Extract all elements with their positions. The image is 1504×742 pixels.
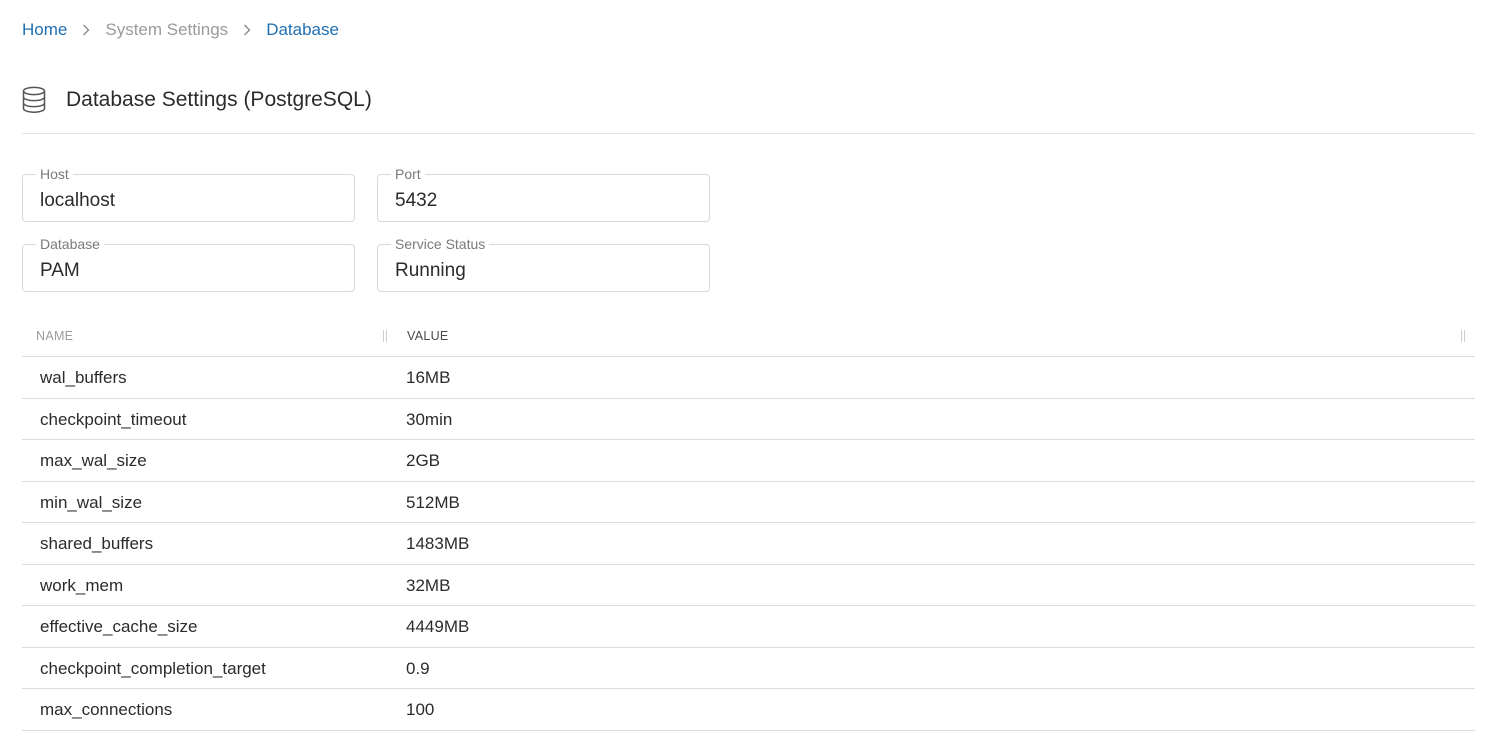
row-name-cell: effective_cache_size [40, 617, 198, 636]
table-row[interactable]: min_wal_size 512MB [22, 482, 1475, 523]
page-title: Database Settings (PostgreSQL) [66, 88, 372, 111]
host-field-label: Host [36, 166, 73, 182]
column-header-value[interactable]: VALUE [407, 329, 449, 343]
database-icon [22, 86, 46, 114]
column-resize-handle[interactable] [383, 330, 387, 342]
table-header: NAME VALUE [22, 316, 1475, 357]
row-name-cell: max_wal_size [40, 451, 147, 470]
port-field-value: 5432 [395, 190, 438, 211]
column-header-name[interactable]: NAME [36, 329, 73, 343]
row-value-cell: 32MB [406, 575, 451, 595]
row-name-cell: max_connections [40, 700, 173, 719]
database-field[interactable]: Database PAM [22, 236, 355, 292]
database-field-label: Database [36, 236, 104, 252]
row-value-cell: 30min [406, 409, 453, 429]
table-row[interactable]: work_mem 32MB [22, 565, 1475, 606]
row-name-cell: work_mem [40, 575, 124, 595]
table-row[interactable]: wal_buffers 16MB [22, 357, 1475, 399]
table-row[interactable]: max_connections 100 [22, 689, 1475, 731]
breadcrumb-home-link[interactable]: Home [22, 20, 67, 40]
row-value-cell: 100 [406, 700, 435, 719]
header-divider [22, 133, 1475, 134]
row-value-cell: 4449MB [406, 617, 470, 636]
table-row[interactable]: shared_buffers 1483MB [22, 523, 1475, 565]
table-row[interactable]: checkpoint_timeout 30min [22, 399, 1475, 440]
breadcrumb: Home System Settings Database [22, 18, 339, 42]
table-row[interactable]: effective_cache_size 4449MB [22, 606, 1475, 648]
row-name-cell: min_wal_size [40, 492, 143, 512]
table-row[interactable]: max_wal_size 2GB [22, 440, 1475, 482]
row-name-cell: wal_buffers [40, 368, 127, 387]
chevron-right-icon [228, 24, 266, 36]
row-value-cell: 2GB [406, 451, 441, 470]
page-header: Database Settings (PostgreSQL) [22, 84, 372, 116]
row-value-cell: 512MB [406, 492, 460, 512]
port-field[interactable]: Port 5432 [377, 166, 710, 222]
service-status-field[interactable]: Service Status Running [377, 236, 710, 292]
port-field-label: Port [391, 166, 425, 182]
database-settings-page: Home System Settings Database Database S… [0, 0, 1504, 742]
row-name-cell: shared_buffers [40, 534, 154, 553]
settings-table: NAME VALUE wal_buffers 16MB checkpoint_t… [22, 316, 1475, 731]
service-status-field-label: Service Status [391, 236, 490, 252]
row-name-cell: checkpoint_timeout [40, 409, 187, 429]
row-value-cell: 1483MB [406, 534, 470, 553]
row-value-cell: 16MB [406, 368, 451, 387]
column-resize-handle[interactable] [1461, 330, 1465, 342]
table-row[interactable]: checkpoint_completion_target 0.9 [22, 648, 1475, 689]
breadcrumb-database-current: Database [266, 20, 339, 39]
service-status-field-value: Running [395, 260, 466, 281]
chevron-right-icon [67, 24, 105, 36]
row-name-cell: checkpoint_completion_target [40, 658, 266, 678]
host-field[interactable]: Host localhost [22, 166, 355, 222]
database-field-value: PAM [40, 260, 80, 281]
row-value-cell: 0.9 [406, 658, 430, 678]
host-field-value: localhost [40, 190, 115, 211]
breadcrumb-system-settings-link[interactable]: System Settings [105, 20, 228, 40]
